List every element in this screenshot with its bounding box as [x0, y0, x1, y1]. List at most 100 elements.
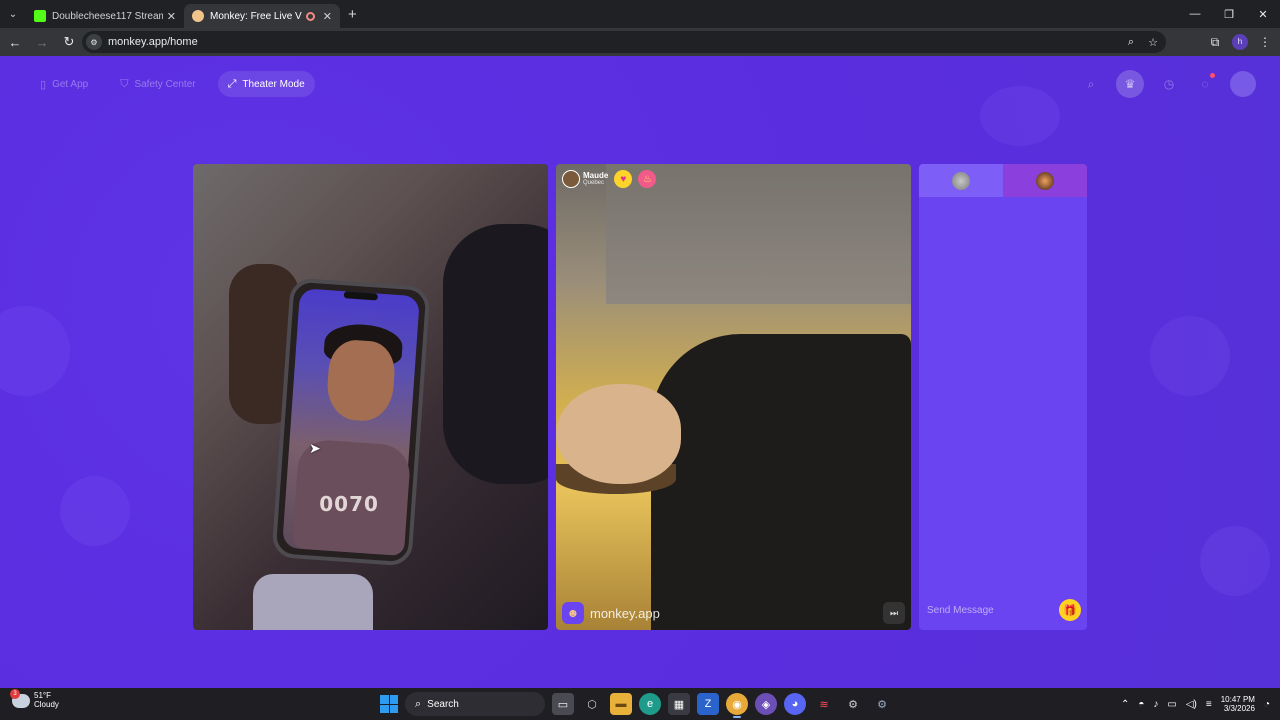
steam-icon[interactable]: ⚙	[842, 693, 864, 715]
forward-icon[interactable]: →	[30, 30, 54, 54]
bg-decoration	[980, 86, 1060, 146]
cloud-icon: 3	[10, 688, 30, 708]
phone-in-hand: 0070	[271, 277, 431, 567]
extensions-icon[interactable]: ⧉	[1206, 35, 1224, 50]
site-info-icon[interactable]: ⚙	[86, 34, 102, 50]
chat-panel: Send Message 🎁	[919, 164, 1087, 630]
monkey-favicon-icon	[192, 10, 204, 22]
message-input[interactable]: Send Message 🎁	[919, 590, 1087, 630]
copilot-icon[interactable]: ⬡	[581, 693, 603, 715]
chat-tab-local[interactable]	[919, 164, 1003, 197]
notification-bell-icon[interactable]: ◔	[1264, 699, 1270, 710]
weather-condition: Cloudy	[34, 699, 59, 709]
address-bar[interactable]: ⚙ monkey.app/home ⌕ ☆	[82, 31, 1166, 53]
microphone-icon[interactable]: ♪	[1153, 699, 1158, 710]
discord-icon[interactable]: ◕	[784, 693, 806, 715]
clock[interactable]: 10:47 PM 3/3/2026	[1221, 695, 1255, 713]
monkey-logo-icon: ☻	[562, 602, 584, 624]
back-icon[interactable]: ←	[3, 30, 27, 54]
crown-icon[interactable]: ♛	[1116, 70, 1144, 98]
edge-icon[interactable]: e	[639, 693, 661, 715]
bg-decoration	[1200, 526, 1270, 596]
bookmark-star-icon[interactable]: ☆	[1142, 36, 1164, 49]
user-avatar[interactable]	[1230, 71, 1256, 97]
minimize-icon[interactable]: —	[1178, 0, 1212, 28]
tab-search-icon[interactable]: ⌄	[0, 0, 26, 28]
top-right-actions: ⌕ ♛ ◷ ◌	[1080, 70, 1256, 98]
theater-mode-label: Theater Mode	[242, 78, 305, 90]
shirt-print: 0070	[319, 492, 379, 517]
system-tray: ⌃ ◓ ♪ ▭ ◁) ≡ 10:47 PM 3/3/2026 ◔	[1121, 691, 1270, 717]
opera-icon[interactable]: ≋	[813, 693, 835, 715]
person-body	[651, 334, 911, 630]
bg-decoration	[0, 306, 70, 396]
remote-video: Maude Quebec ♥ ♨ ☻ monkey.app ⏭	[556, 164, 911, 630]
settings-icon[interactable]: ⚙	[871, 693, 893, 715]
taskbar-apps: ⌕ Search ▭ ⬡ ▬ e ▦ Z ◉ ◈ ◕ ≋ ⚙ ⚙	[380, 691, 893, 718]
expand-icon: ⤢	[227, 77, 237, 90]
task-view-icon[interactable]: ▭	[552, 693, 574, 715]
file-explorer-icon[interactable]: ▬	[610, 693, 632, 715]
browser-menu-icon[interactable]: ⋮	[1256, 35, 1274, 49]
flame-icon[interactable]: ♨	[638, 170, 657, 188]
kick-favicon-icon	[34, 10, 46, 22]
close-tab-icon[interactable]: ✕	[167, 10, 176, 23]
chat-tab-remote[interactable]	[1003, 164, 1087, 197]
app-icon[interactable]: ◈	[755, 693, 777, 715]
volume-icon[interactable]: ◁)	[1186, 699, 1197, 710]
brand-text: monkey.app	[590, 605, 660, 621]
phone-icon: ▯	[40, 78, 47, 91]
heart-icon[interactable]: ♥	[614, 170, 633, 188]
close-tab-icon[interactable]: ✕	[323, 10, 332, 23]
display-icon[interactable]: ▭	[1167, 699, 1176, 710]
chrome-icon[interactable]: ◉	[726, 693, 748, 718]
tab-doublecheese[interactable]: Doublecheese117 Stream - Wa ✕	[26, 4, 184, 28]
weather-widget[interactable]: 3 51°F Cloudy	[10, 688, 59, 710]
monkey-watermark: ☻ monkey.app	[562, 602, 660, 624]
notification-dot	[1210, 73, 1215, 78]
close-window-icon[interactable]: ✕	[1246, 0, 1280, 28]
new-tab-icon[interactable]: +	[348, 6, 357, 23]
sleeve	[253, 574, 373, 630]
restore-icon[interactable]: ❐	[1212, 0, 1246, 28]
tab-monkey[interactable]: Monkey: Free Live Video Ch ✕	[184, 4, 340, 28]
history-icon[interactable]: ◷	[1158, 73, 1180, 95]
browser-tabbar: ⌄ Doublecheese117 Stream - Wa ✕ Monkey: …	[0, 0, 1280, 28]
phone-screen: 0070	[282, 288, 420, 557]
mouse-cursor-icon: ➤	[309, 440, 321, 456]
store-icon[interactable]: ▦	[668, 693, 690, 715]
get-app-label: Get App	[52, 78, 89, 90]
tray-overflow-icon[interactable]: ⌃	[1121, 699, 1129, 710]
reload-icon[interactable]: ↻	[57, 30, 81, 54]
get-app-button[interactable]: ▯ Get App	[30, 71, 98, 97]
report-icon[interactable]: ⏭	[883, 602, 905, 624]
headset-icon[interactable]: ◓	[1138, 699, 1144, 710]
network-icon[interactable]: ≡	[1206, 699, 1212, 710]
windows-taskbar: 3 51°F Cloudy ⌕ Search ▭ ⬡ ▬ e ▦ Z ◉ ◈ ◕…	[0, 688, 1280, 720]
url-text: monkey.app/home	[108, 36, 198, 48]
window-controls: — ❐ ✕	[1178, 0, 1280, 28]
local-user-avatar	[952, 171, 970, 190]
tab-title: Monkey: Free Live Video Ch	[210, 10, 302, 22]
local-video: 0070 ➤	[193, 164, 548, 630]
taskbar-search-label: Search	[427, 698, 459, 710]
face	[325, 338, 397, 423]
windows-start-icon[interactable]	[380, 695, 398, 713]
safety-center-button[interactable]: ⛉ Safety Center	[110, 71, 205, 97]
theater-mode-button[interactable]: ⤢ Theater Mode	[217, 71, 315, 97]
clock-date: 3/3/2026	[1223, 704, 1255, 713]
profile-avatar[interactable]: h	[1232, 34, 1248, 50]
azure-icon[interactable]: Z	[697, 693, 719, 715]
taskbar-search[interactable]: ⌕ Search	[405, 692, 545, 716]
chat-icon[interactable]: ◌	[1194, 73, 1216, 95]
zoom-icon[interactable]: ⌕	[1120, 36, 1142, 49]
gift-icon[interactable]: 🎁	[1059, 599, 1081, 621]
shield-icon: ⛉	[120, 77, 129, 90]
clock-time: 10:47 PM	[1220, 694, 1255, 704]
weather-badge: 3	[10, 688, 20, 699]
bg-decoration	[1150, 316, 1230, 396]
message-placeholder: Send Message	[927, 604, 994, 616]
remote-user-avatar	[562, 170, 580, 188]
remote-user-badge[interactable]: Maude Quebec ♥ ♨	[562, 170, 657, 188]
search-icon[interactable]: ⌕	[1080, 73, 1102, 95]
